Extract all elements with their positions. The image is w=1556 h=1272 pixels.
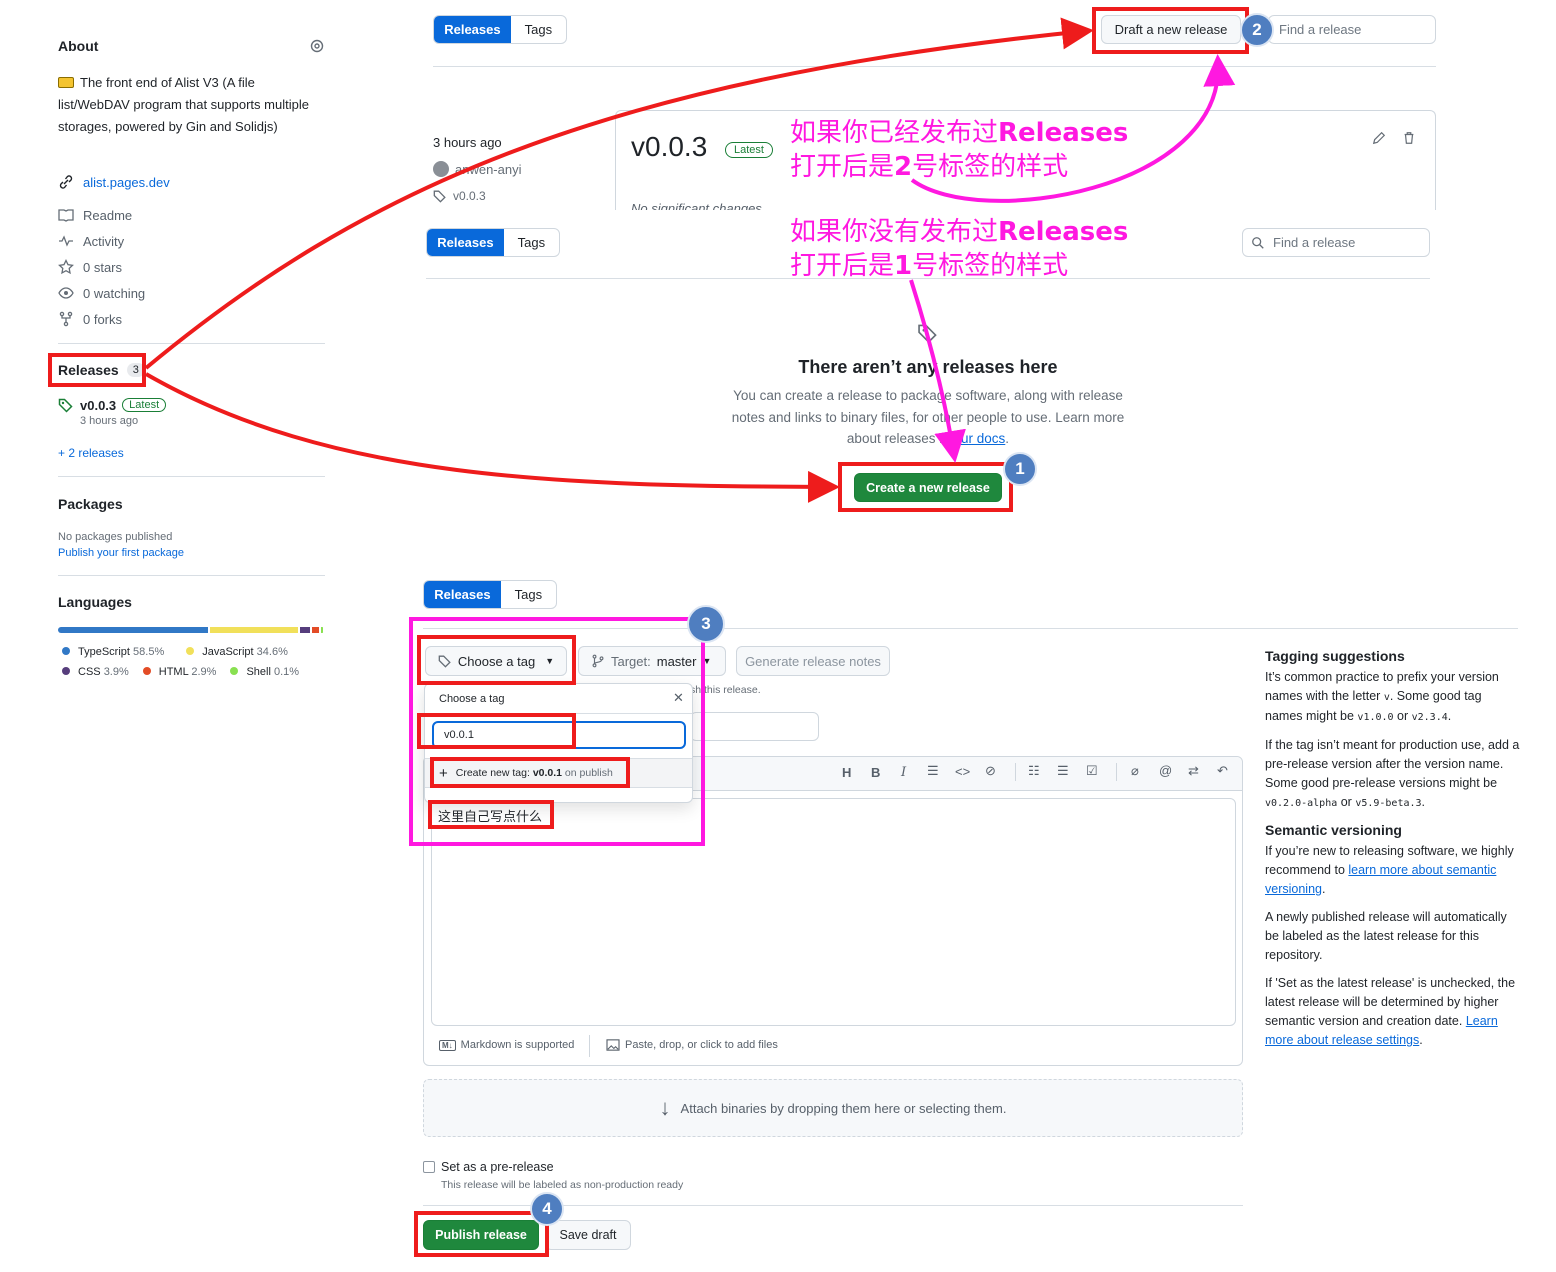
step-3-badge: 3 xyxy=(687,605,725,643)
annotation-arrows xyxy=(144,17,1236,503)
arrow-annotation-1 xyxy=(909,279,966,463)
step-1-badge: 1 xyxy=(1003,452,1037,486)
arrow-to-create xyxy=(145,372,840,503)
step-2-badge: 2 xyxy=(1240,13,1274,47)
step-4-badge: 4 xyxy=(530,1192,564,1226)
annotation-existing: 如果你已经发布过Releases 打开后是2号标签的样式 xyxy=(790,118,1129,182)
arrow-to-draft xyxy=(144,17,1094,370)
annotation-none: 如果你没有发布过Releases 打开后是1号标签的样式 xyxy=(790,217,1129,281)
